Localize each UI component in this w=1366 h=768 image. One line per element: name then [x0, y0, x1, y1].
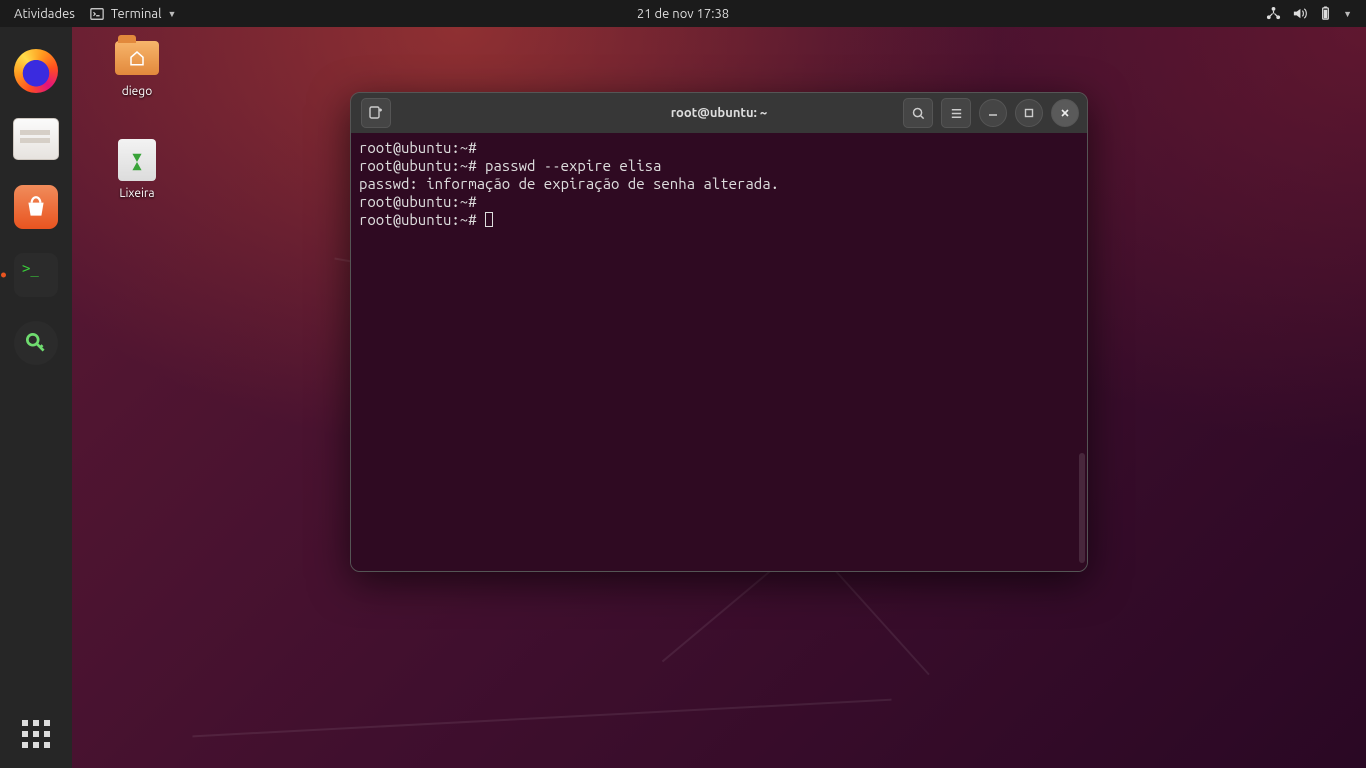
dock-software[interactable] [12, 183, 60, 231]
system-menu-chevron-icon[interactable]: ▼ [1343, 9, 1352, 19]
desktop-folder-diego[interactable]: diego [97, 37, 177, 98]
desktop-icon-label: diego [122, 85, 152, 98]
terminal-app-icon: >_ [14, 253, 58, 297]
app-menu[interactable]: Terminal ▼ [89, 6, 177, 22]
folder-icon [115, 41, 159, 75]
clock[interactable]: 21 de nov 17:38 [637, 7, 729, 21]
scrollbar[interactable] [1079, 453, 1085, 563]
terminal-line: passwd: informação de expiração de senha… [359, 175, 779, 192]
desktop-icon-label: Lixeira [119, 187, 154, 200]
terminal-line: root@ubuntu:~# passwd --expire elisa [359, 157, 661, 174]
menu-button[interactable] [941, 98, 971, 128]
dock-terminal[interactable]: >_ [12, 251, 60, 299]
dock-passwords[interactable] [12, 319, 60, 367]
software-icon [14, 185, 58, 229]
terminal-line: root@ubuntu:~# [359, 139, 477, 156]
activities-button[interactable]: Atividades [14, 7, 75, 21]
app-menu-label: Terminal [111, 7, 162, 21]
terminal-window: root@ubuntu: ~ root@ubuntu:~# ro [350, 92, 1088, 572]
terminal-icon [89, 6, 105, 22]
desktop[interactable]: diego Lixeira root@ubuntu: ~ [72, 27, 1366, 768]
terminal-line: root@ubuntu:~# [359, 211, 485, 228]
terminal-line: root@ubuntu:~# [359, 193, 477, 210]
search-button[interactable] [903, 98, 933, 128]
chevron-down-icon: ▼ [168, 9, 177, 19]
key-icon [14, 321, 58, 365]
minimize-button[interactable] [979, 99, 1007, 127]
show-applications-button[interactable] [16, 714, 56, 754]
maximize-button[interactable] [1015, 99, 1043, 127]
volume-icon[interactable] [1291, 6, 1307, 22]
dock: >_ [0, 27, 72, 768]
battery-icon[interactable] [1317, 6, 1333, 22]
dock-files[interactable] [12, 115, 60, 163]
files-icon [13, 118, 59, 160]
trash-icon [118, 139, 156, 181]
dock-firefox[interactable] [12, 47, 60, 95]
firefox-icon [14, 49, 58, 93]
network-icon[interactable] [1265, 6, 1281, 22]
terminal-output[interactable]: root@ubuntu:~# root@ubuntu:~# passwd --e… [351, 133, 1087, 571]
desktop-trash[interactable]: Lixeira [97, 139, 177, 200]
top-bar: Atividades Terminal ▼ 21 de nov 17:38 ▼ [0, 0, 1366, 27]
terminal-cursor [485, 212, 493, 227]
new-tab-button[interactable] [361, 98, 391, 128]
window-titlebar[interactable]: root@ubuntu: ~ [351, 93, 1087, 133]
close-button[interactable] [1051, 99, 1079, 127]
window-title: root@ubuntu: ~ [671, 106, 768, 120]
